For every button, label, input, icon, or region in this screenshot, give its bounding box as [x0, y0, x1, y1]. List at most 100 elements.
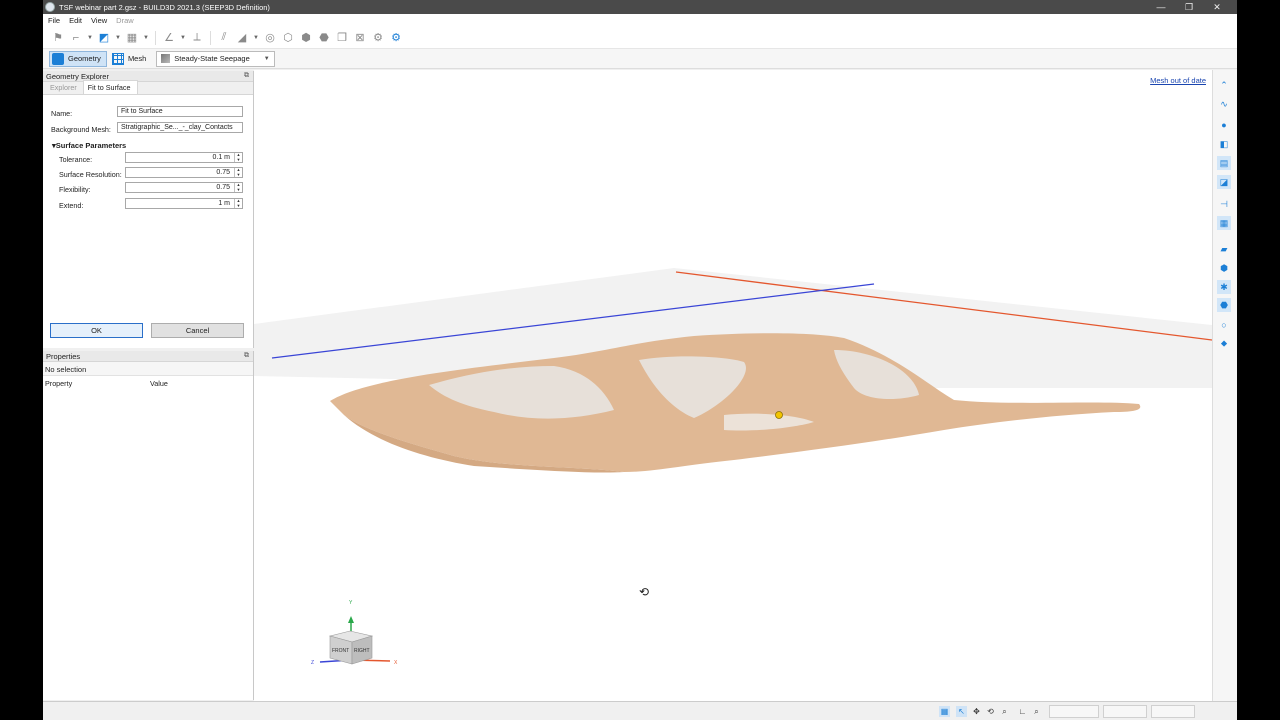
- extrude-icon[interactable]: ▦: [125, 31, 139, 45]
- zoom-fit-icon[interactable]: ⌕: [1031, 706, 1042, 717]
- chevron-down-icon[interactable]: ▼: [253, 31, 259, 45]
- minimize-button[interactable]: —: [1147, 0, 1175, 14]
- spinner-icon[interactable]: ▲ ▼: [234, 153, 242, 162]
- geometry-mode-button[interactable]: Geometry: [49, 50, 107, 67]
- flexibility-input[interactable]: 0.75 ▲ ▼: [125, 182, 243, 193]
- surface-icon[interactable]: ◢: [235, 31, 249, 45]
- angle-icon[interactable]: ∠: [162, 31, 176, 45]
- mesh-mode-button[interactable]: Mesh: [109, 51, 152, 67]
- chevron-down-icon: ▼: [263, 55, 270, 62]
- mesh-out-of-date-link[interactable]: Mesh out of date: [1150, 76, 1206, 85]
- surface-parameters-group[interactable]: ▾Surface Parameters: [52, 141, 126, 150]
- material-icon[interactable]: ▰: [1217, 242, 1231, 256]
- pin-icon[interactable]: ⧉: [244, 72, 249, 80]
- menu-draw[interactable]: Draw: [116, 16, 134, 25]
- geometry-mode-label: Geometry: [68, 54, 101, 63]
- panel-header: Properties ⧉: [43, 351, 253, 362]
- background-mesh-select[interactable]: Stratigraphic_Se..._-_clay_Contacts: [117, 122, 243, 133]
- scene-canvas[interactable]: FRONT RIGHT Y Z X: [254, 70, 1212, 701]
- selection-point[interactable]: [775, 411, 783, 419]
- 3d-viewport[interactable]: FRONT RIGHT Y Z X Mesh out of date ⟲: [254, 70, 1212, 701]
- arc-icon[interactable]: ⌃: [1217, 78, 1231, 92]
- rotate-cursor-icon: ⟲: [639, 585, 650, 599]
- analysis-select[interactable]: Steady-State Seepage ▼: [156, 50, 275, 67]
- tolerance-value: 0.1 m: [212, 154, 230, 161]
- grid-icon: [111, 52, 124, 65]
- tab-explorer[interactable]: Explorer: [46, 81, 83, 94]
- curve-icon[interactable]: ∿: [1217, 97, 1231, 111]
- search-icon[interactable]: ○: [1217, 318, 1231, 332]
- analysis-icon: [161, 54, 171, 63]
- grid-toggle-icon[interactable]: ▦: [939, 706, 950, 717]
- spinner-icon[interactable]: ▲ ▼: [234, 183, 242, 192]
- select-arrow-icon[interactable]: ↖: [956, 706, 967, 717]
- background-mesh-label: Background Mesh:: [51, 125, 111, 134]
- menu-file[interactable]: File: [48, 16, 60, 25]
- y-axis-arrowhead: [348, 616, 354, 623]
- pin-icon[interactable]: ⧉: [244, 352, 249, 360]
- orbit-icon[interactable]: ⟲: [985, 706, 996, 717]
- drop-icon[interactable]: ⬥: [1217, 336, 1231, 350]
- align-icon[interactable]: ⊣: [1217, 197, 1231, 211]
- solid-cube-icon[interactable]: ⬡: [281, 31, 295, 45]
- tolerance-input[interactable]: 0.1 m ▲ ▼: [125, 152, 243, 163]
- extend-label: Extend:: [59, 201, 84, 210]
- surface-tool-icon[interactable]: ◧: [1217, 137, 1231, 151]
- close-button[interactable]: ✕: [1203, 0, 1231, 14]
- app-logo-icon: [45, 2, 55, 12]
- flexibility-value: 0.75: [216, 184, 230, 191]
- title-bar: TSF webinar part 2.gsz - BUILD3D 2021.3 …: [43, 0, 1237, 14]
- column-header-value: Value: [150, 379, 168, 388]
- menu-edit[interactable]: Edit: [69, 16, 82, 25]
- name-input[interactable]: Fit to Surface: [117, 106, 243, 117]
- settings-box-icon[interactable]: ⚙: [371, 31, 385, 45]
- point-icon[interactable]: ●: [1217, 118, 1231, 132]
- cube-front-label: FRONT: [332, 648, 349, 654]
- hex-icon[interactable]: ⬢: [299, 31, 313, 45]
- chevron-down-icon[interactable]: ▼: [180, 31, 186, 45]
- tab-fit-to-surface[interactable]: Fit to Surface: [82, 80, 138, 94]
- extend-input[interactable]: 1 m ▲ ▼: [125, 198, 243, 209]
- menu-view[interactable]: View: [91, 16, 107, 25]
- status-field: [1151, 705, 1195, 718]
- flexibility-label: Flexibility:: [59, 185, 91, 194]
- surface-resolution-input[interactable]: 0.75 ▲ ▼: [125, 167, 243, 178]
- main-toolbar: ⚑ ⌐ ▼ ◩ ▼ ▦ ▼ ∠ ▼ ⟂ ⫽ ◢ ▼ ◎ ⬡ ⬢ ⬣ ❐ ⊠ ⚙ …: [43, 27, 1237, 49]
- layer-icon[interactable]: ▤: [1217, 156, 1231, 170]
- chevron-down-icon[interactable]: ▼: [115, 31, 121, 45]
- mode-bar: Geometry Mesh Steady-State Seepage ▼: [43, 49, 1237, 69]
- toolbar-divider: [210, 30, 211, 45]
- slice-icon[interactable]: ⫽: [217, 31, 231, 45]
- gear-icon[interactable]: ⚙: [389, 31, 403, 45]
- chevron-down-icon[interactable]: ▼: [87, 31, 93, 45]
- ok-button[interactable]: OK: [50, 323, 143, 338]
- restore-button[interactable]: ❐: [1175, 0, 1203, 14]
- view-cube[interactable]: FRONT RIGHT Y Z X: [311, 600, 398, 666]
- chevron-down-icon[interactable]: ▼: [143, 31, 149, 45]
- box-icon[interactable]: ⬣: [317, 31, 331, 45]
- draw-box-icon[interactable]: ◩: [97, 31, 111, 45]
- copy-icon[interactable]: ❐: [335, 31, 349, 45]
- split-icon[interactable]: ⟂: [190, 31, 204, 45]
- table-icon[interactable]: ▦: [1217, 216, 1231, 230]
- pan-icon[interactable]: ✥: [971, 706, 982, 717]
- properties-panel: Properties ⧉ No selection Property Value: [43, 351, 254, 700]
- cancel-button[interactable]: Cancel: [151, 323, 244, 338]
- panel-title: Properties: [46, 351, 81, 361]
- draw-line-icon[interactable]: ⌐: [69, 31, 83, 45]
- window-controls: — ❐ ✕: [1147, 0, 1231, 14]
- spinner-icon[interactable]: ▲ ▼: [234, 168, 242, 177]
- spinner-icon[interactable]: ▲ ▼: [234, 199, 242, 208]
- target-icon[interactable]: ◎: [263, 31, 277, 45]
- flag-icon[interactable]: ⚑: [51, 31, 65, 45]
- status-bar: ▦ ↖ ✥ ⟲ ⌕ ∟ ⌕: [43, 701, 1237, 720]
- delete-icon[interactable]: ⊠: [353, 31, 367, 45]
- zoom-icon[interactable]: ⌕: [999, 706, 1010, 717]
- star-icon[interactable]: ✱: [1217, 280, 1231, 294]
- solid-icon[interactable]: ⬣: [1217, 298, 1231, 312]
- measure-icon[interactable]: ∟: [1017, 706, 1028, 717]
- block-icon[interactable]: ◪: [1217, 175, 1231, 189]
- analysis-select-value: Steady-State Seepage: [174, 54, 250, 63]
- window-title: TSF webinar part 2.gsz - BUILD3D 2021.3 …: [59, 2, 270, 12]
- cube-view-icon[interactable]: ⬢: [1217, 261, 1231, 275]
